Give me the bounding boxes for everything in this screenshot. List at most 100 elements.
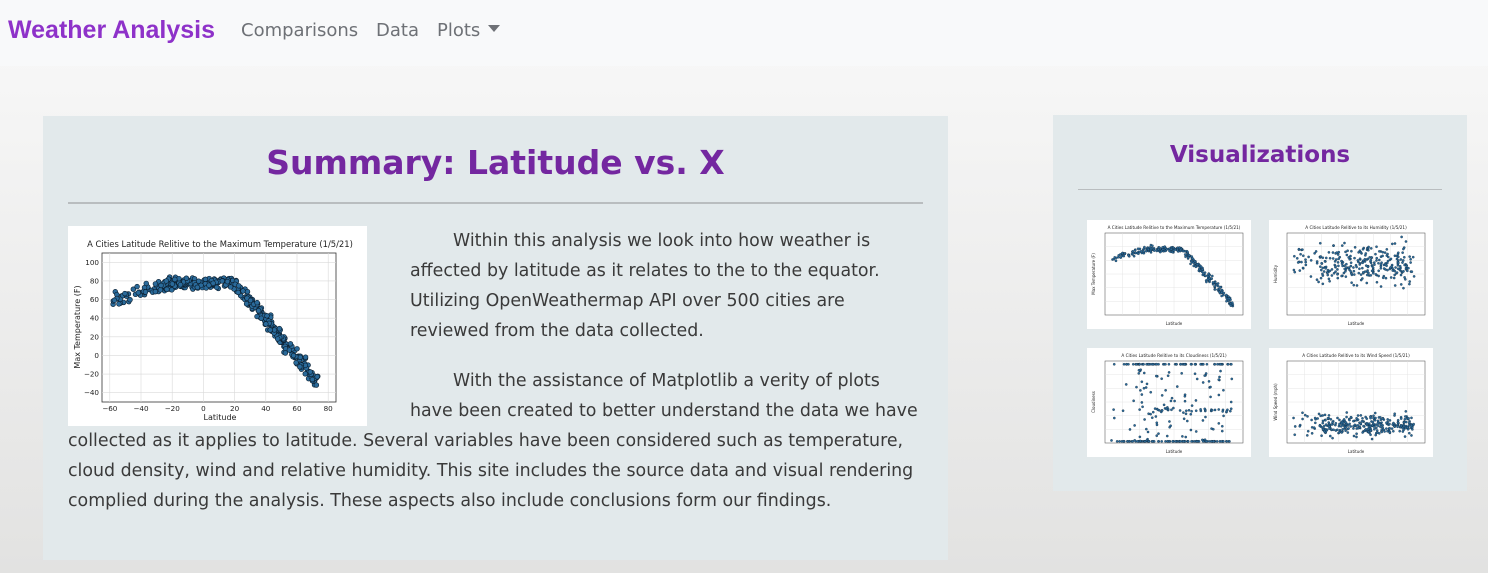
navbar: Weather Analysis Comparisons Data Plots bbox=[0, 0, 1488, 66]
thumbnail-point bbox=[1160, 377, 1163, 381]
thumbnail-point bbox=[1333, 260, 1337, 263]
thumbnail-point bbox=[1186, 250, 1189, 254]
thumbnail-point bbox=[1122, 362, 1126, 366]
thumbnail-point bbox=[1403, 435, 1407, 438]
thumbnail-point bbox=[1316, 417, 1319, 420]
thumbnail-max-temperature[interactable]: A Cities Latitude Relitive to the Maximu… bbox=[1087, 220, 1251, 329]
thumbnail-point bbox=[1393, 284, 1397, 287]
thumbnail-point bbox=[1151, 362, 1155, 366]
thumbnail-point bbox=[1328, 256, 1332, 260]
thumbnail-point bbox=[1320, 262, 1323, 265]
thumbnail-point bbox=[1297, 247, 1301, 251]
scatter-point bbox=[227, 284, 234, 290]
thumbnail-point bbox=[1328, 434, 1332, 438]
thumbnail-point bbox=[1361, 247, 1365, 251]
thumbnail-point bbox=[1358, 257, 1362, 261]
thumbnail-point bbox=[1411, 255, 1415, 259]
thumbnail-point bbox=[1381, 254, 1384, 258]
thumbnail-point bbox=[1217, 422, 1221, 425]
thumbnail-point bbox=[1301, 248, 1304, 251]
scatter-point bbox=[235, 289, 241, 296]
thumbnail-point bbox=[1130, 252, 1134, 256]
thumbnail-point bbox=[1149, 412, 1152, 416]
nav-link-comparisons[interactable]: Comparisons bbox=[241, 20, 358, 41]
thumbnail-point bbox=[1379, 416, 1382, 419]
thumbnail-point bbox=[1386, 418, 1389, 421]
thumbnail-point bbox=[1386, 255, 1390, 259]
thumbnail-point bbox=[1336, 276, 1340, 280]
scatter-point bbox=[240, 288, 246, 294]
thumbnail-point bbox=[1136, 247, 1140, 251]
thumbnail-point bbox=[1392, 276, 1396, 280]
thumbnail-point bbox=[1358, 267, 1361, 271]
xtick-label: −40 bbox=[133, 404, 149, 413]
scatter-point bbox=[158, 282, 164, 289]
main-plot-title: A Cities Latitude Relitive to the Maximu… bbox=[87, 239, 353, 249]
thumbnail-point bbox=[1306, 415, 1309, 418]
nav-dropdown-plots[interactable]: Plots bbox=[437, 20, 501, 41]
thumbnail-point bbox=[1321, 421, 1325, 425]
thumbnail-point bbox=[1353, 256, 1356, 260]
thumbnail-point bbox=[1361, 431, 1364, 434]
thumbnail-point bbox=[1193, 372, 1197, 376]
thumbnail-point bbox=[1203, 438, 1207, 442]
ytick-label: −40 bbox=[84, 388, 100, 397]
thumbnail-point bbox=[1114, 259, 1118, 263]
thumbnail-point bbox=[1382, 267, 1386, 270]
thumbnail-point bbox=[1324, 267, 1327, 270]
scatter-point bbox=[294, 346, 300, 352]
thumbnail-point bbox=[1393, 254, 1397, 258]
thumbnail-point bbox=[1347, 427, 1350, 430]
thumbnail-humidity[interactable]: A Cities Latitude Relitive to its Humidi… bbox=[1269, 220, 1433, 329]
scatter-point bbox=[244, 288, 251, 295]
thumbnail-point bbox=[1213, 288, 1217, 291]
thumbnail-point bbox=[1372, 416, 1375, 420]
thumbnail-point bbox=[1157, 432, 1160, 435]
main-plot-image: A Cities Latitude Relitive to the Maximu… bbox=[68, 226, 367, 426]
thumbnail-point bbox=[1369, 433, 1372, 437]
thumbnail-point bbox=[1160, 409, 1164, 412]
thumbnail-point bbox=[1369, 416, 1372, 420]
thumbnail-point bbox=[1366, 427, 1370, 431]
thumbnail-point bbox=[1211, 281, 1215, 284]
thumbnail-point bbox=[1386, 268, 1389, 272]
thumbnail-point bbox=[1178, 440, 1182, 443]
thumbnail-point bbox=[1178, 409, 1182, 412]
thumbnail-point bbox=[1367, 425, 1371, 429]
thumbnail-ylabel: Humidity bbox=[1273, 264, 1278, 283]
brand-link[interactable]: Weather Analysis bbox=[8, 16, 215, 45]
thumbnail-point bbox=[1204, 274, 1207, 277]
thumbnail-point bbox=[1408, 255, 1411, 258]
thumbnail-point bbox=[1386, 252, 1389, 256]
thumbnail-point bbox=[1393, 412, 1397, 416]
thumbnail-point bbox=[1320, 434, 1323, 438]
thumbnail-point bbox=[1340, 244, 1344, 247]
thumbnail-point bbox=[1349, 270, 1352, 273]
thumbnail-point bbox=[1326, 273, 1330, 277]
thumbnail-point bbox=[1172, 249, 1176, 252]
thumbnail-point bbox=[1141, 405, 1144, 409]
thumbnail-point bbox=[1375, 245, 1378, 249]
thumbnail-point bbox=[1144, 249, 1148, 253]
thumbnail-point bbox=[1379, 423, 1383, 426]
xtick-label: −60 bbox=[102, 404, 118, 413]
thumbnail-point bbox=[1146, 430, 1150, 434]
thumbnail-point bbox=[1343, 241, 1346, 245]
thumbnail-point bbox=[1216, 362, 1219, 366]
scatter-point bbox=[194, 284, 201, 291]
thumbnail-point bbox=[1149, 390, 1153, 394]
thumbnail-point bbox=[1356, 426, 1360, 430]
thumbnail-point bbox=[1355, 432, 1358, 436]
thumbnail-point bbox=[1410, 270, 1414, 274]
nav-dropdown-plots-label: Plots bbox=[437, 20, 481, 41]
main-plot-yticks: 100 80 60 40 20 0 −20 −40 bbox=[84, 258, 100, 397]
thumbnail-cloudiness[interactable]: A Cities Latitude Relitive to its Cloudi… bbox=[1087, 348, 1251, 457]
thumbnail-point bbox=[1182, 440, 1186, 443]
thumbnail-point bbox=[1349, 261, 1353, 265]
ytick-label: 80 bbox=[90, 276, 100, 285]
thumbnail-point bbox=[1393, 425, 1397, 428]
thumbnail-point bbox=[1301, 266, 1305, 270]
nav-link-data[interactable]: Data bbox=[376, 20, 419, 41]
thumbnail-point bbox=[1344, 250, 1347, 254]
thumbnail-wind-speed[interactable]: A Cities Latitude Relitive to its Wind S… bbox=[1269, 348, 1433, 457]
